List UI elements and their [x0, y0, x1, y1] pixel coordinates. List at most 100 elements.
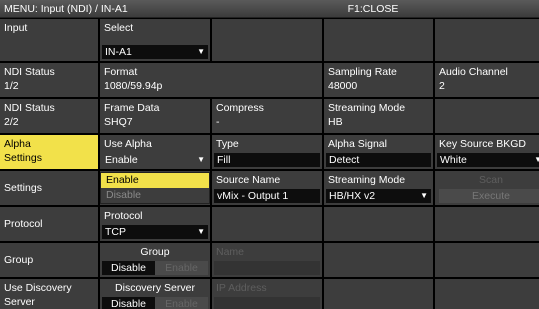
streaming-mode-value: HB/HX v2	[329, 190, 376, 202]
streaming-mode-select[interactable]: HB/HX v2 ▼	[326, 189, 431, 203]
streaming-mode-value: HB	[328, 116, 343, 128]
execute-button[interactable]: Execute	[439, 189, 539, 203]
type-label: Type	[216, 138, 239, 150]
protocol-cell[interactable]: Protocol TCP ▼	[100, 207, 210, 241]
triangle-down-icon: ▼	[197, 155, 205, 164]
compress-label: Compress	[216, 102, 264, 114]
use-alpha-label: Use Alpha	[104, 138, 152, 150]
empty-cell	[435, 99, 539, 133]
discovery-disable-button[interactable]: Disable	[102, 297, 155, 309]
row-label-ndi-status-1: NDI Status 1/2	[0, 63, 98, 97]
discovery-toggle-cell[interactable]: Discovery Server Disable Enable	[100, 279, 210, 309]
streaming-mode-label: Streaming Mode	[328, 174, 406, 186]
label-line2: 1/2	[4, 80, 19, 92]
ip-address-label: IP Address	[216, 282, 267, 294]
audio-channel-cell: Audio Channel 2	[435, 63, 539, 97]
alpha-signal-label: Alpha Signal	[328, 138, 387, 150]
input-select-value: IN-A1	[105, 46, 132, 58]
format-cell: Format 1080/59.94p	[100, 63, 322, 97]
dropdown-option-enable[interactable]: Enable	[101, 173, 209, 188]
close-hint[interactable]: F1:CLOSE	[318, 3, 428, 15]
empty-cell	[324, 279, 433, 309]
input-select[interactable]: IN-A1 ▼	[102, 45, 208, 59]
compress-cell: Compress -	[212, 99, 322, 133]
type-select[interactable]: Fill	[214, 153, 320, 167]
label-line2: Server	[4, 296, 35, 308]
row-label-input: Input	[0, 19, 98, 61]
use-alpha-cell[interactable]: Use Alpha Enable ▼	[100, 135, 210, 169]
input-select-cell[interactable]: Select IN-A1 ▼	[100, 19, 210, 61]
protocol-label: Protocol	[104, 210, 143, 222]
triangle-down-icon: ▼	[420, 191, 428, 200]
format-value: 1080/59.94p	[104, 80, 163, 92]
key-source-bkgd-label: Key Source BKGD	[439, 138, 526, 150]
source-name-cell[interactable]: Source Name vMix - Output 1	[212, 171, 322, 205]
key-source-bkgd-cell[interactable]: Key Source BKGD White ▼	[435, 135, 539, 169]
key-source-bkgd-select[interactable]: White ▼	[437, 153, 539, 167]
format-label: Format	[104, 66, 138, 78]
label-protocol: Protocol	[4, 218, 43, 230]
row-label-discovery-server: Use Discovery Server	[0, 279, 98, 309]
triangle-down-icon: ▼	[197, 227, 205, 236]
audio-channel-value: 2	[439, 80, 445, 92]
row-label-settings: Settings	[0, 171, 98, 205]
label-settings: Settings	[4, 182, 42, 194]
source-name-value: vMix - Output 1	[217, 190, 289, 202]
source-name-label: Source Name	[216, 174, 281, 186]
key-source-bkgd-value: White	[440, 154, 467, 166]
select-label: Select	[104, 22, 134, 34]
protocol-value: TCP	[105, 226, 126, 238]
frame-data-label: Frame Data	[104, 102, 160, 114]
empty-cell	[435, 19, 539, 61]
frame-data-value: SHQ7	[104, 116, 133, 128]
protocol-select[interactable]: TCP ▼	[102, 225, 208, 239]
ip-address-cell: IP Address	[212, 279, 322, 309]
settings-grid: Input Select IN-A1 ▼ NDI Status 1/2 Form…	[0, 19, 539, 309]
alpha-signal-cell[interactable]: Alpha Signal Detect	[324, 135, 433, 169]
group-toggle-cell[interactable]: Group Disable Enable	[100, 243, 210, 277]
label-line1: NDI Status	[4, 102, 55, 114]
ip-address-field	[214, 297, 320, 309]
empty-cell	[324, 207, 433, 241]
scan-label: Scan	[479, 174, 503, 186]
group-name-field	[214, 261, 320, 275]
row-label-protocol: Protocol	[0, 207, 98, 241]
label-line1: Use Discovery	[4, 282, 72, 294]
source-name-field[interactable]: vMix - Output 1	[214, 189, 320, 203]
group-label: Group	[140, 246, 170, 258]
row-label-group: Group	[0, 243, 98, 277]
use-alpha-dropdown-menu: Enable Disable	[100, 172, 210, 204]
use-alpha-value: Enable	[105, 154, 138, 166]
type-cell[interactable]: Type Fill	[212, 135, 322, 169]
group-enable-button[interactable]: Enable	[155, 261, 208, 275]
row-label-alpha-settings[interactable]: Alpha Settings	[0, 135, 98, 169]
discovery-toggle[interactable]: Disable Enable	[102, 297, 208, 309]
alpha-signal-select[interactable]: Detect	[326, 153, 431, 167]
dropdown-option-disable[interactable]: Disable	[101, 188, 209, 203]
empty-cell	[324, 243, 433, 277]
group-disable-button[interactable]: Disable	[102, 261, 155, 275]
audio-channel-label: Audio Channel	[439, 66, 508, 78]
group-toggle[interactable]: Disable Enable	[102, 261, 208, 275]
frame-data-cell: Frame Data SHQ7	[100, 99, 210, 133]
row-label-ndi-status-2: NDI Status 2/2	[0, 99, 98, 133]
type-value: Fill	[217, 154, 231, 166]
label-line1: NDI Status	[4, 66, 55, 78]
label-line2: Settings	[4, 152, 42, 164]
menu-title-bar: MENU: Input (NDI) / IN-A1 F1:CLOSE	[0, 0, 539, 18]
triangle-down-icon: ▼	[197, 47, 205, 56]
discovery-enable-button[interactable]: Enable	[155, 297, 208, 309]
triangle-down-icon: ▼	[534, 155, 539, 164]
empty-cell	[212, 207, 322, 241]
discovery-server-label: Discovery Server	[115, 282, 195, 294]
streaming-mode-label: Streaming Mode	[328, 102, 406, 114]
empty-cell	[435, 207, 539, 241]
empty-cell	[435, 243, 539, 277]
group-name-label: Name	[216, 246, 245, 258]
label-line1: Alpha	[4, 138, 31, 150]
streaming-mode-cell[interactable]: Streaming Mode HB/HX v2 ▼	[324, 171, 433, 205]
label-line2: 2/2	[4, 116, 19, 128]
sampling-rate-value: 48000	[328, 80, 358, 92]
use-alpha-select[interactable]: Enable ▼	[102, 153, 208, 167]
alpha-signal-value: Detect	[329, 154, 360, 166]
